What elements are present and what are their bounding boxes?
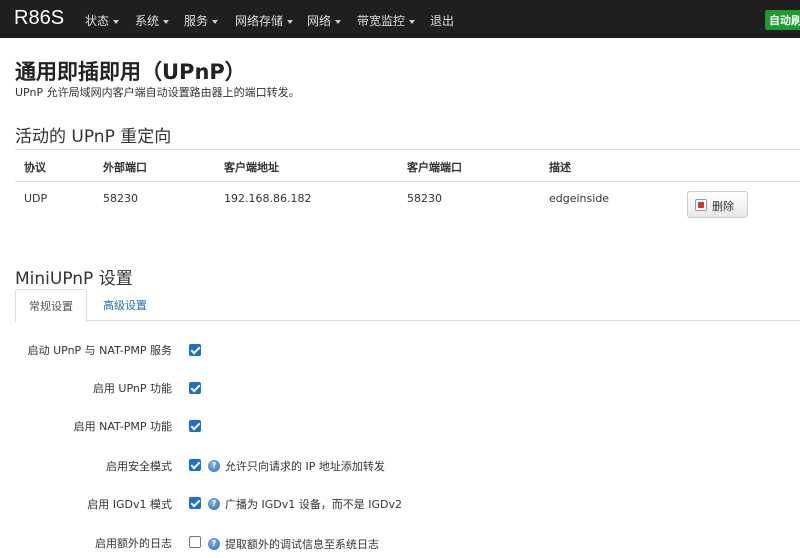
cell-external-port: 58230 (103, 192, 138, 205)
help-icon: ? (208, 538, 220, 550)
page-description: UPnP 允许局域网内客户端自动设置路由器上的端口转发。 (15, 86, 300, 99)
chevron-down-icon (163, 19, 170, 24)
nav-bandwidth[interactable]: 带宽监控 (357, 12, 416, 29)
nav-services-label: 服务 (184, 14, 209, 28)
nav-logout[interactable]: 退出 (430, 12, 454, 29)
tab-general[interactable]: 常规设置 (15, 289, 87, 322)
cell-client-port: 58230 (407, 192, 442, 205)
autorefresh-badge[interactable]: 自动刷新 (765, 10, 800, 30)
chevron-down-icon (113, 19, 120, 24)
field-label-enable-service: 启动 UPnP 与 NAT-PMP 服务 (27, 344, 172, 357)
nav-nas[interactable]: 网络存储 (235, 12, 294, 29)
field-label-enable-natpmp: 启用 NAT-PMP 功能 (73, 420, 172, 433)
enable-service-checkbox[interactable] (189, 344, 201, 356)
extra-logging-checkbox[interactable] (189, 536, 201, 548)
field-label-enable-upnp: 启用 UPnP 功能 (92, 382, 172, 395)
nav-network-label: 网络 (307, 14, 332, 28)
chevron-down-icon (212, 19, 219, 24)
igdv1-mode-checkbox[interactable] (189, 497, 201, 509)
column-header-client-port: 客户端端口 (407, 161, 462, 174)
help-icon: ? (208, 460, 220, 472)
field-label-secure-mode: 启用安全模式 (106, 460, 172, 473)
column-header-protocol: 协议 (24, 161, 46, 174)
chevron-down-icon (335, 19, 342, 24)
settings-section-title: MiniUPnP 设置 (15, 269, 133, 289)
chevron-down-icon (287, 19, 294, 24)
secure-mode-checkbox[interactable] (189, 459, 201, 471)
table-row: UDP 58230 192.168.86.182 58230 edgeinsid… (15, 183, 800, 223)
redirects-section-title: 活动的 UPnP 重定向 (15, 127, 172, 147)
column-header-client-address: 客户端地址 (224, 161, 279, 174)
delete-button[interactable]: 删除 (687, 191, 748, 218)
secure-mode-help: 允许只向请求的 IP 地址添加转发 (225, 460, 385, 473)
enable-upnp-checkbox[interactable] (189, 382, 201, 394)
cell-description: edgeinside (549, 192, 610, 205)
igdv1-mode-help: 广播为 IGDv1 设备，而不是 IGDv2 (225, 498, 402, 511)
nav-nas-label: 网络存储 (235, 14, 284, 28)
enable-natpmp-checkbox[interactable] (189, 420, 201, 432)
field-label-extra-logging: 启用额外的日志 (95, 537, 172, 550)
brand-logo[interactable]: R86S (14, 7, 64, 30)
delete-button-label: 删除 (712, 200, 734, 213)
nav-system[interactable]: 系统 (135, 12, 170, 29)
page-title: 通用即插即用（UPnP） (15, 60, 246, 84)
table-header: 协议 外部端口 客户端地址 客户端端口 描述 (15, 149, 800, 182)
top-navbar: R86S 状态 系统 服务 网络存储 网络 带宽监控 退出 自动刷新 (0, 0, 800, 38)
tab-advanced[interactable]: 高级设置 (103, 289, 147, 321)
delete-icon (695, 199, 707, 211)
nav-status-label: 状态 (85, 14, 110, 28)
settings-tabs: 常规设置 高级设置 (15, 289, 800, 322)
column-header-description: 描述 (549, 161, 571, 174)
nav-logout-label: 退出 (430, 14, 455, 28)
cell-protocol: UDP (24, 192, 48, 205)
help-icon: ? (208, 498, 220, 510)
chevron-down-icon (409, 19, 416, 24)
column-header-external-port: 外部端口 (103, 161, 147, 174)
field-label-igdv1-mode: 启用 IGDv1 模式 (87, 498, 172, 511)
cell-client-address: 192.168.86.182 (224, 192, 312, 205)
nav-services[interactable]: 服务 (184, 12, 219, 29)
nav-network[interactable]: 网络 (307, 12, 342, 29)
extra-logging-help: 提取额外的调试信息至系统日志 (225, 538, 379, 551)
nav-system-label: 系统 (135, 14, 160, 28)
nav-status[interactable]: 状态 (85, 12, 120, 29)
nav-bandwidth-label: 带宽监控 (357, 14, 406, 28)
